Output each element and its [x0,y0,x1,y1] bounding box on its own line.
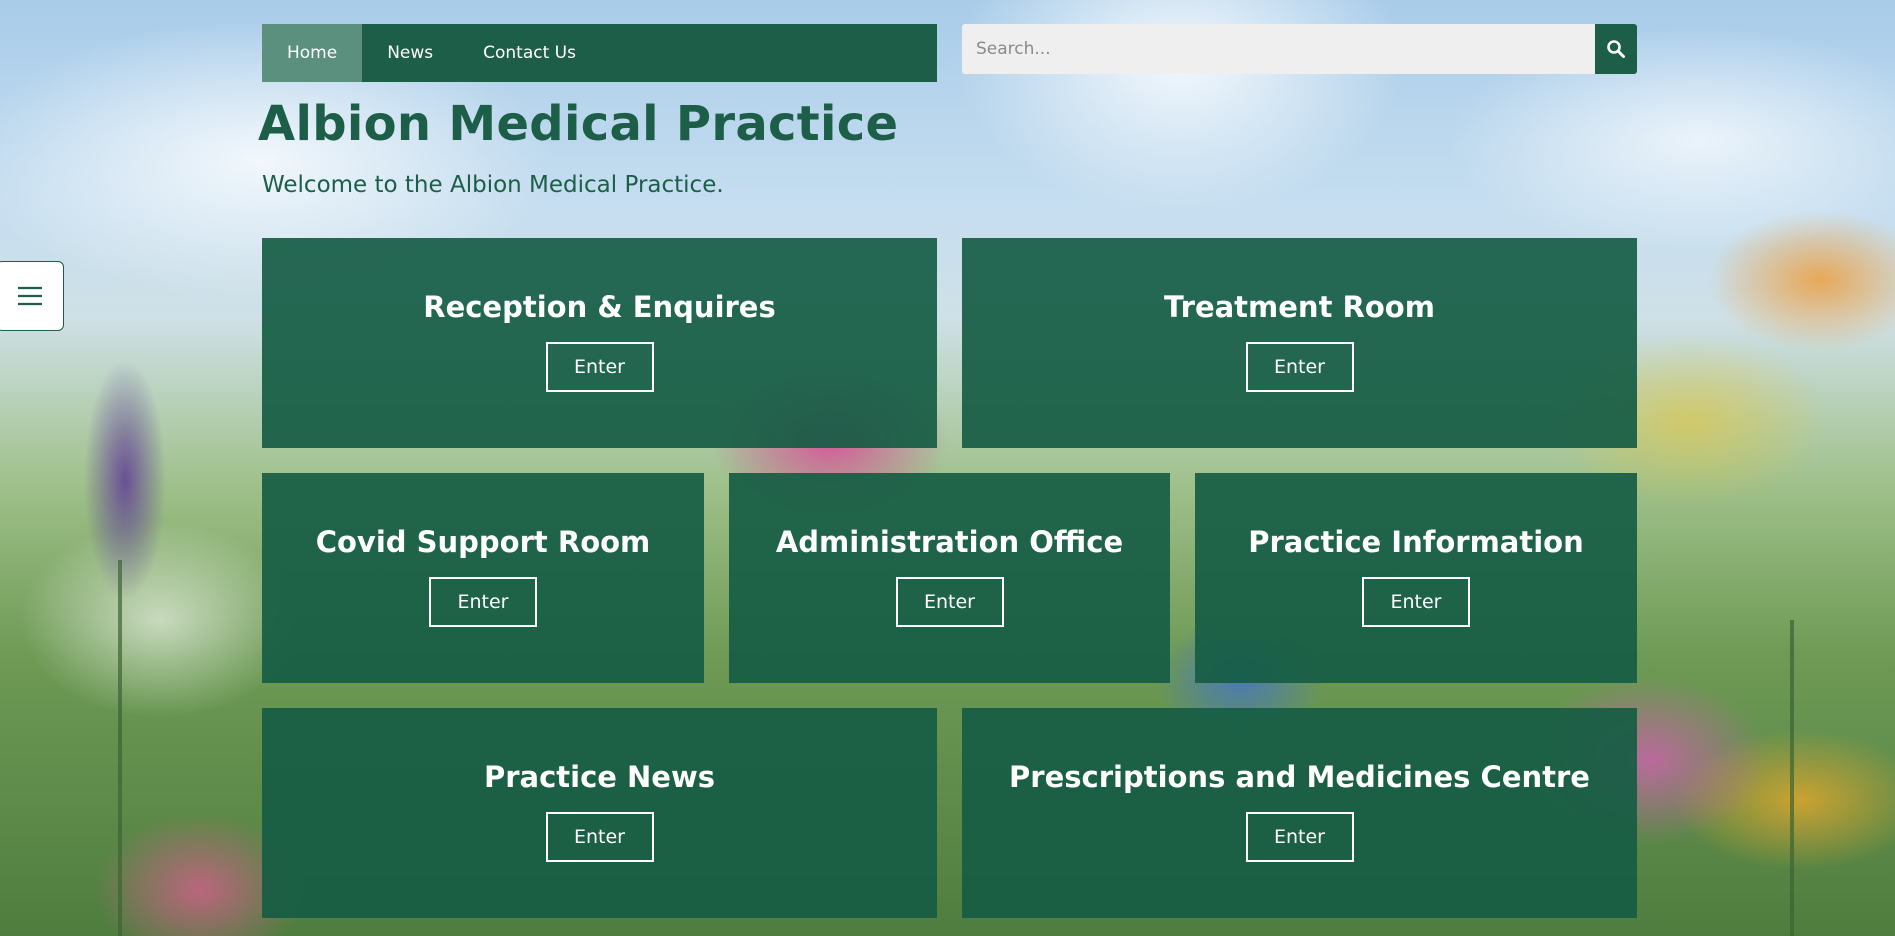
enter-button[interactable]: Enter [895,577,1004,627]
enter-button[interactable]: Enter [545,342,654,392]
tile-title: Prescriptions and Medicines Centre [1009,760,1590,794]
enter-button[interactable]: Enter [545,812,654,862]
background-lavender [70,320,180,640]
hamburger-menu-icon [18,286,42,306]
background-stem [118,560,122,936]
tile-title: Treatment Room [1164,290,1435,324]
page-subtitle: Welcome to the Albion Medical Practice. [262,172,724,198]
side-menu-toggle[interactable] [0,261,64,331]
search-bar [962,24,1637,74]
tile-title: Practice Information [1248,525,1584,559]
tile-treatment-room: Treatment Room Enter [962,238,1637,448]
tile-covid-support-room: Covid Support Room Enter [262,473,704,683]
tile-reception-enquires: Reception & Enquires Enter [262,238,937,448]
nav-item-contact-us[interactable]: Contact Us [458,24,601,82]
tile-title: Covid Support Room [315,525,651,559]
nav-item-home[interactable]: Home [262,24,363,82]
enter-button[interactable]: Enter [429,577,537,627]
tile-practice-information: Practice Information Enter [1195,473,1637,683]
search-input[interactable] [962,24,1595,74]
enter-button[interactable]: Enter [1245,342,1354,392]
search-icon [1607,40,1625,58]
tile-administration-office: Administration Office Enter [729,473,1170,683]
tile-practice-news: Practice News Enter [262,708,937,918]
background-stem [1790,620,1794,936]
nav-item-news[interactable]: News [362,24,458,82]
search-button[interactable] [1595,24,1637,74]
page-title: Albion Medical Practice [258,96,899,152]
tile-prescriptions-medicines-centre: Prescriptions and Medicines Centre Enter [962,708,1637,918]
tile-title: Reception & Enquires [423,290,776,324]
enter-button[interactable]: Enter [1245,812,1354,862]
main-nav: Home News Contact Us [262,24,937,82]
tile-title: Practice News [483,760,716,794]
tile-title: Administration Office [775,525,1124,559]
enter-button[interactable]: Enter [1362,577,1470,627]
